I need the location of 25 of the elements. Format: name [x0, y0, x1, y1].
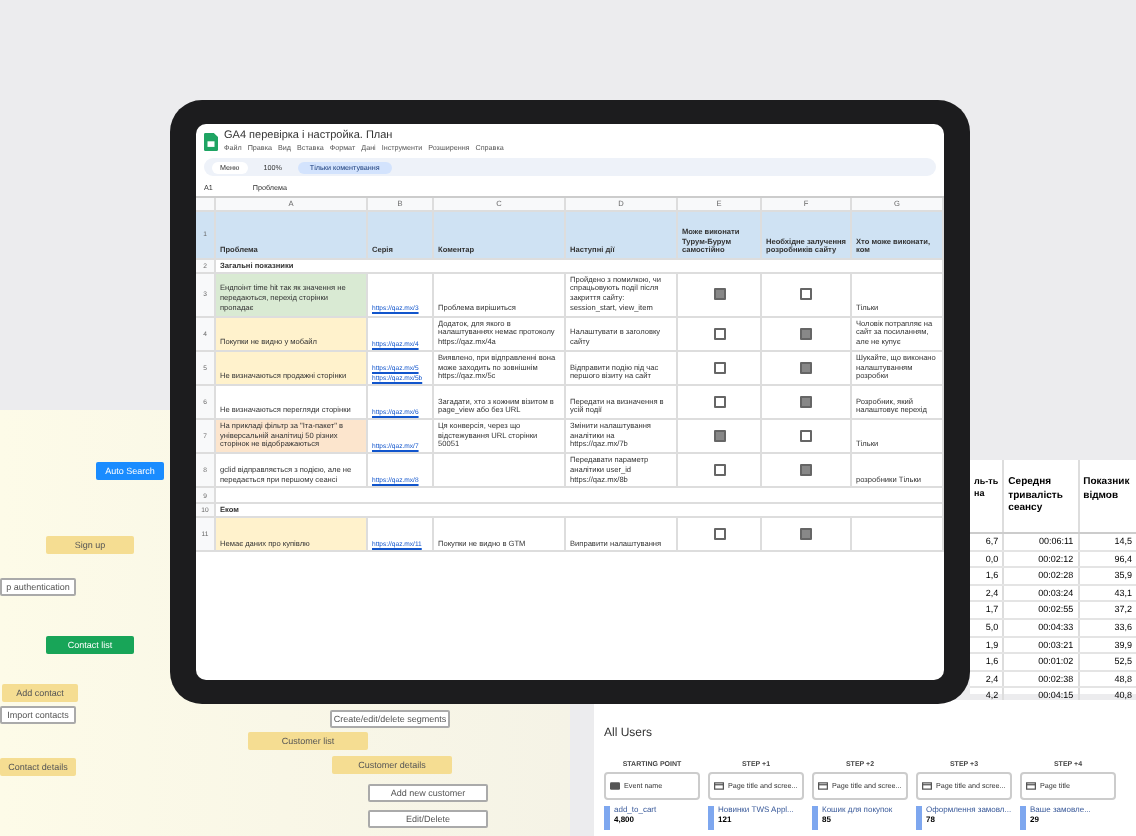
checkbox[interactable]: [713, 395, 725, 408]
checkbox[interactable]: [800, 528, 812, 541]
checkbox[interactable]: [713, 430, 725, 443]
checkbox[interactable]: [713, 361, 725, 374]
value-bar: [708, 806, 714, 830]
table-icon: [922, 782, 932, 790]
sheets-icon: [204, 132, 218, 152]
checkbox[interactable]: [713, 288, 725, 301]
checkbox[interactable]: [713, 464, 725, 477]
checkbox[interactable]: [800, 395, 812, 408]
checkbox[interactable]: [800, 430, 812, 443]
checkbox[interactable]: [800, 327, 812, 340]
value-bar: [916, 806, 922, 830]
checkbox[interactable]: [800, 288, 812, 301]
value-bar: [604, 806, 610, 830]
table-icon: [1026, 782, 1036, 790]
table-icon: [818, 782, 828, 790]
checkbox[interactable]: [713, 327, 725, 340]
checkbox[interactable]: [800, 464, 812, 477]
checkbox[interactable]: [713, 528, 725, 541]
value-bar: [812, 806, 818, 830]
table-icon: [714, 782, 724, 790]
value-bar: [1020, 806, 1026, 830]
tag-icon: [610, 782, 620, 790]
checkbox[interactable]: [800, 361, 812, 374]
